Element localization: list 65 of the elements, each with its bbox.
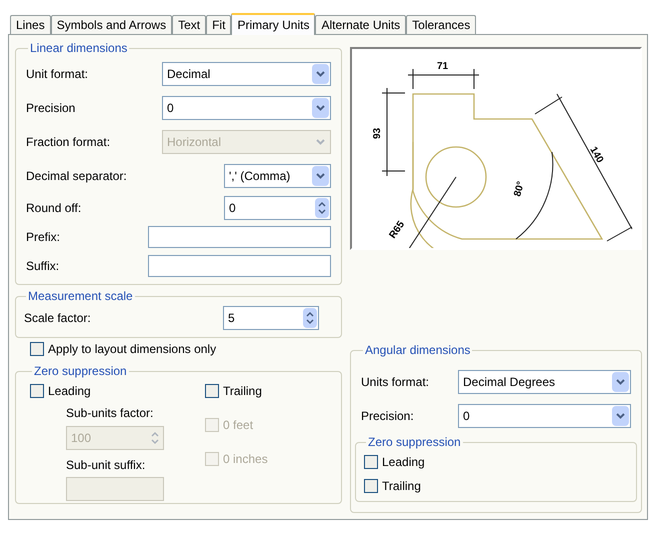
field-label: Units format: [361, 374, 430, 391]
chevron-down-icon [616, 379, 625, 385]
chevron-down-icon [316, 173, 325, 179]
dropdown-arrow-button[interactable] [612, 406, 629, 426]
dropdown[interactable]: Decimal [162, 62, 331, 86]
dropdown-arrow-button[interactable] [312, 166, 329, 186]
tab[interactable]: Alternate Units [315, 15, 406, 34]
dimension-label: 140 [587, 145, 606, 165]
field-label: Sub-units factor: [66, 405, 154, 422]
chevron-down-icon [316, 71, 325, 77]
field-label: Precision [26, 100, 76, 117]
checkbox-label: Leading [48, 383, 91, 400]
group-title: Zero suppression [33, 363, 128, 380]
chevron-down-icon [616, 413, 625, 419]
tab[interactable]: Symbols and Arrows [50, 15, 172, 34]
group-title: Measurement scale [27, 288, 134, 305]
field-label: Round off: [26, 200, 82, 216]
spin-buttons[interactable] [303, 308, 317, 328]
checkbox[interactable] [364, 455, 378, 469]
dropdown-arrow-button[interactable] [612, 372, 629, 392]
checkbox[interactable] [30, 342, 44, 356]
group-title: Angular dimensions [364, 342, 472, 359]
up-down-arrows-icon [306, 311, 314, 325]
dropdown-arrow-button[interactable] [312, 98, 329, 118]
field-label: Precision: [361, 408, 414, 425]
spin-buttons[interactable] [315, 198, 329, 218]
checkbox[interactable] [30, 384, 44, 398]
dropdown[interactable]: 0 [162, 96, 331, 120]
tab[interactable]: Text [172, 15, 206, 34]
spin-field[interactable]: 5 [223, 306, 319, 330]
field-label: Sub-unit suffix: [66, 457, 146, 474]
tab[interactable]: Tolerances [406, 15, 476, 34]
text-field[interactable] [148, 226, 331, 248]
text-field[interactable] [148, 254, 331, 276]
checkbox-label: Leading [382, 454, 425, 471]
checkbox-label: Trailing [382, 478, 421, 495]
field-label: Suffix: [26, 258, 60, 274]
spin-field[interactable]: 0 [224, 196, 331, 220]
group-title: Linear dimensions [29, 40, 128, 57]
tab[interactable]: Lines [10, 15, 51, 34]
checkbox-label: Trailing [223, 383, 262, 400]
field-label: Fraction format: [26, 134, 110, 151]
dimension-label: 93 [372, 128, 383, 139]
dropdown[interactable]: Decimal Degrees [458, 370, 631, 394]
checkbox[interactable] [364, 479, 378, 493]
tab[interactable]: Fit [206, 15, 232, 34]
dimension-label: 80° [512, 180, 527, 198]
dimension-label: 71 [437, 61, 448, 72]
checkbox[interactable] [205, 384, 219, 398]
field-label: Scale factor: [24, 310, 91, 327]
field-label: Prefix: [26, 228, 60, 246]
checkbox-label: 0 inches [223, 451, 268, 468]
dropdown[interactable]: ',' (Comma) [224, 164, 331, 188]
chevron-down-icon [316, 105, 325, 111]
chevron-down-icon [316, 139, 325, 145]
field-label: Decimal separator: [26, 168, 127, 185]
checkbox-label: Apply to layout dimensions only [48, 341, 216, 358]
up-down-arrows-icon [318, 200, 326, 214]
tab[interactable]: Primary Units [231, 13, 316, 35]
dropdown[interactable]: 0 [458, 404, 631, 428]
field-label: Unit format: [26, 66, 88, 83]
checkbox-label: 0 feet [223, 417, 254, 434]
dropdown-arrow-button[interactable] [312, 64, 329, 84]
up-down-arrows-icon [151, 431, 159, 445]
group-title: Zero suppression [367, 434, 462, 451]
